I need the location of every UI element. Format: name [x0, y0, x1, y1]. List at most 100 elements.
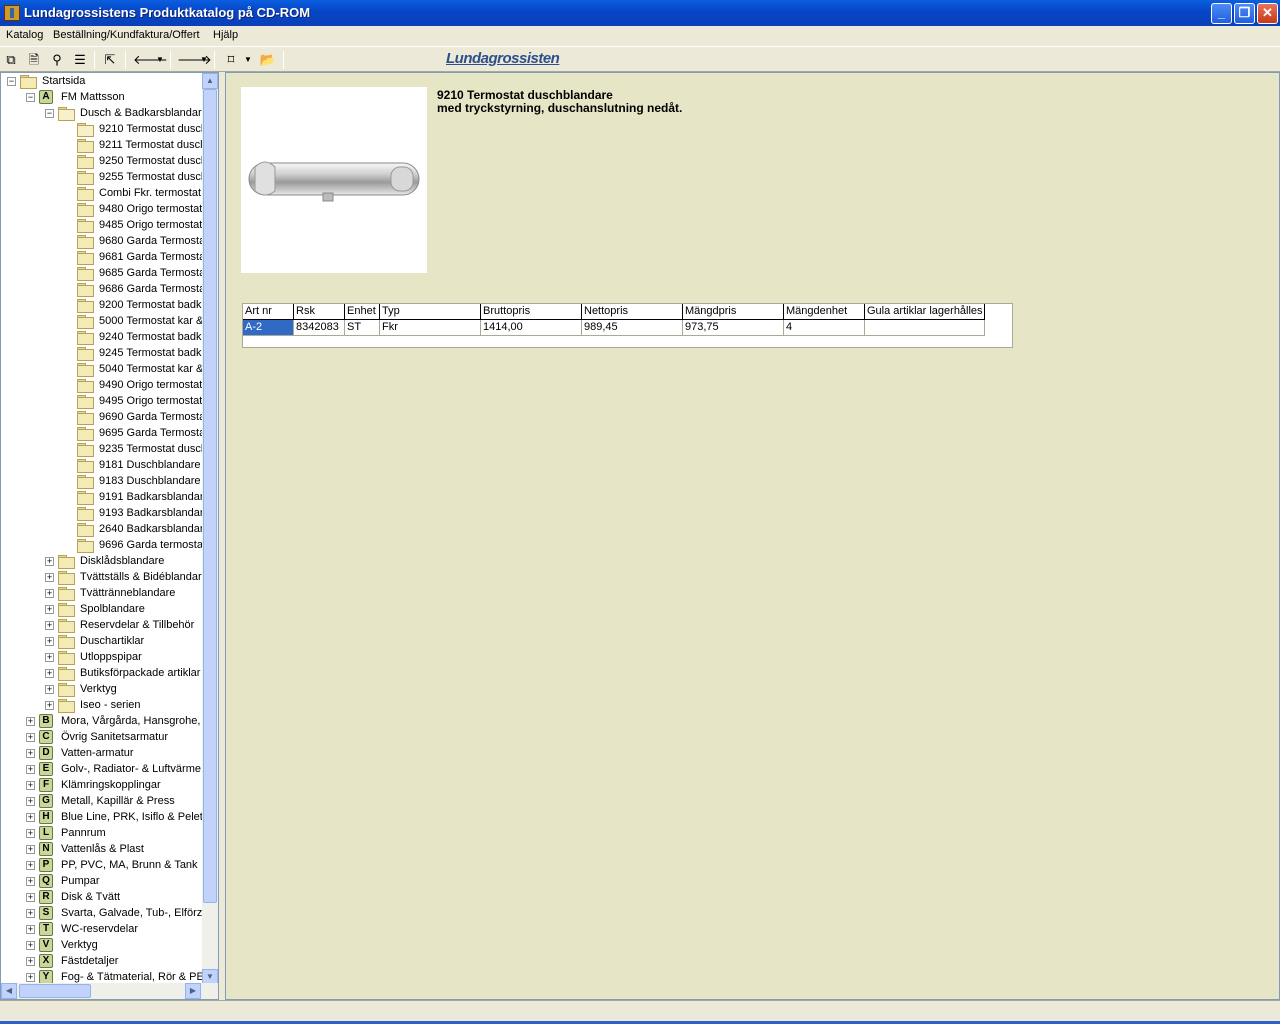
- minimize-button[interactable]: _: [1211, 3, 1232, 24]
- tree-node-product[interactable]: 9696 Garda termostat: [1, 537, 206, 553]
- column-header[interactable]: Bruttopris: [481, 304, 582, 320]
- expand-icon[interactable]: +: [45, 653, 54, 662]
- tree-node-manufacturer[interactable]: + D Vatten-armatur: [1, 745, 202, 761]
- column-header[interactable]: Typ: [380, 304, 481, 320]
- tree-node-manufacturer[interactable]: + H Blue Line, PRK, Isiflo & Pelett: [1, 809, 206, 825]
- tree-node-product[interactable]: 9183 Duschblandare: [1, 473, 202, 489]
- tree-node-product[interactable]: 9240 Termostat badk: [1, 329, 202, 345]
- menu-katalog[interactable]: Katalog: [6, 29, 43, 41]
- expand-icon[interactable]: +: [26, 781, 35, 790]
- menu-hjalp[interactable]: Hjälp: [213, 29, 238, 41]
- tree-vertical-scrollbar[interactable]: ▲ ▼: [202, 73, 218, 985]
- expand-icon[interactable]: +: [26, 829, 35, 838]
- restore-button[interactable]: ❐: [1234, 3, 1255, 24]
- column-header[interactable]: Nettopris: [582, 304, 683, 320]
- tree-node-product[interactable]: 9193 Badkarsblandar: [1, 505, 204, 521]
- copy-icon[interactable]: ⧉: [2, 51, 20, 69]
- forward-dropdown-icon[interactable]: ▼: [199, 51, 209, 69]
- expand-icon[interactable]: +: [26, 957, 35, 966]
- tree-node-product[interactable]: 9695 Garda Termosta: [1, 425, 205, 441]
- tree-node-product[interactable]: 9685 Garda Termosta: [1, 265, 205, 281]
- tree-node-manufacturer[interactable]: − A FM Mattsson: [1, 89, 202, 105]
- expand-icon[interactable]: +: [26, 749, 35, 758]
- expand-icon[interactable]: +: [26, 909, 35, 918]
- expand-icon[interactable]: +: [26, 733, 35, 742]
- column-header[interactable]: Art nr: [243, 304, 294, 320]
- tree-node-manufacturer[interactable]: + P PP, PVC, MA, Brunn & Tank: [1, 857, 202, 873]
- tree-horizontal-scrollbar[interactable]: ◀ ▶: [1, 983, 218, 999]
- table-cell[interactable]: 4: [784, 320, 865, 336]
- bookmark-dropdown-icon[interactable]: ▼: [243, 51, 253, 69]
- column-header[interactable]: Mängdenhet: [784, 304, 865, 320]
- forward-arrow-icon[interactable]: 🡒: [177, 51, 212, 69]
- expand-icon[interactable]: +: [26, 973, 35, 982]
- tree-node-manufacturer[interactable]: + F Klämringskopplingar: [1, 777, 202, 793]
- tree-node-product[interactable]: 9210 Termostat duscl: [1, 121, 203, 137]
- tree-node-category[interactable]: + Reservdelar & Tillbehör: [1, 617, 202, 633]
- tree-node-product[interactable]: 9495 Origo termostat: [1, 393, 202, 409]
- table-cell[interactable]: Fkr: [380, 320, 481, 336]
- expand-icon[interactable]: +: [26, 925, 35, 934]
- document-icon[interactable]: 🗎: [25, 51, 43, 69]
- column-header[interactable]: Gula artiklar lagerhålles i: [865, 304, 985, 320]
- list-icon[interactable]: ☰: [71, 51, 89, 69]
- table-cell[interactable]: [865, 320, 985, 336]
- collapse-icon[interactable]: −: [45, 109, 54, 118]
- expand-icon[interactable]: +: [26, 861, 35, 870]
- collapse-icon[interactable]: −: [7, 77, 16, 86]
- expand-icon[interactable]: +: [45, 701, 54, 710]
- tree-node-product[interactable]: 9690 Garda Termosta: [1, 409, 205, 425]
- tree-node-manufacturer[interactable]: + Q Pumpar: [1, 873, 202, 889]
- tree-node-product[interactable]: 2640 Badkarsblandar: [1, 521, 204, 537]
- bookmark-icon[interactable]: ⌑: [222, 51, 240, 69]
- tree-node-product[interactable]: 9191 Badkarsblandar: [1, 489, 204, 505]
- expand-icon[interactable]: +: [45, 637, 54, 646]
- tree-node-root[interactable]: − Startsida: [1, 73, 202, 89]
- binoculars-icon[interactable]: ⚲: [48, 51, 66, 69]
- expand-icon[interactable]: +: [26, 941, 35, 950]
- tree-node-manufacturer[interactable]: + S Svarta, Galvade, Tub-, Elförzi: [1, 905, 205, 921]
- expand-icon[interactable]: +: [26, 797, 35, 806]
- close-button[interactable]: ✕: [1257, 3, 1278, 24]
- expand-icon[interactable]: +: [26, 765, 35, 774]
- table-cell[interactable]: ST: [345, 320, 380, 336]
- tree-node-product[interactable]: 9255 Termostat duscl: [1, 169, 203, 185]
- menu-bestallning[interactable]: Beställning/Kundfaktura/Offert: [53, 29, 200, 41]
- tree-node-product[interactable]: 5040 Termostat kar &: [1, 361, 203, 377]
- tree-node-product[interactable]: 9245 Termostat badk: [1, 345, 202, 361]
- catalog-tree[interactable]: − Startsida − A FM Mattsson − Dusch & Badkarsb…: [0, 72, 219, 1000]
- tree-node-manufacturer[interactable]: + N Vattenlås & Plast: [1, 841, 202, 857]
- expand-icon[interactable]: +: [45, 685, 54, 694]
- expand-icon[interactable]: +: [45, 621, 54, 630]
- table-cell[interactable]: 1414,00: [481, 320, 582, 336]
- tree-node-category[interactable]: + Tvättställs & Bidéblandare: [1, 569, 208, 585]
- scroll-thumb[interactable]: [203, 89, 217, 903]
- tree-node-product[interactable]: 9235 Termostat duscl: [1, 441, 203, 457]
- tree-node-product[interactable]: Combi Fkr. termostat d: [1, 185, 210, 201]
- tree-node-category[interactable]: + Disklådsblandare: [1, 553, 202, 569]
- expand-icon[interactable]: +: [45, 557, 54, 566]
- table-cell[interactable]: 989,45: [582, 320, 683, 336]
- table-cell[interactable]: A-2: [243, 320, 294, 336]
- table-cell[interactable]: 973,75: [683, 320, 784, 336]
- tree-node-category[interactable]: + Butiksförpackade artiklar: [1, 665, 202, 681]
- tree-node-manufacturer[interactable]: + L Pannrum: [1, 825, 202, 841]
- tree-node-manufacturer[interactable]: + X Fästdetaljer: [1, 953, 202, 969]
- tree-node-category[interactable]: + Iseo - serien: [1, 697, 202, 713]
- tree-node-product[interactable]: 9250 Termostat duscl: [1, 153, 203, 169]
- scroll-thumb[interactable]: [19, 984, 91, 998]
- tree-node-product[interactable]: 9490 Origo termostat: [1, 377, 202, 393]
- app-icon[interactable]: [4, 5, 20, 21]
- tree-node-product[interactable]: 9211 Termostat duscl: [1, 137, 203, 153]
- scroll-up-icon[interactable]: ▲: [202, 73, 218, 89]
- expand-icon[interactable]: +: [45, 589, 54, 598]
- tree-node-product[interactable]: 9200 Termostat badk: [1, 297, 202, 313]
- tree-node-product[interactable]: 9686 Garda Termosta: [1, 281, 205, 297]
- expand-icon[interactable]: +: [45, 605, 54, 614]
- expand-icon[interactable]: +: [26, 813, 35, 822]
- column-header[interactable]: Mängdpris: [683, 304, 784, 320]
- expand-icon[interactable]: +: [45, 669, 54, 678]
- tree-node-category[interactable]: + Utloppspipar: [1, 649, 202, 665]
- open-folder-icon[interactable]: 📂: [258, 51, 278, 69]
- tree-node-category[interactable]: + Tvättränneblandare: [1, 585, 202, 601]
